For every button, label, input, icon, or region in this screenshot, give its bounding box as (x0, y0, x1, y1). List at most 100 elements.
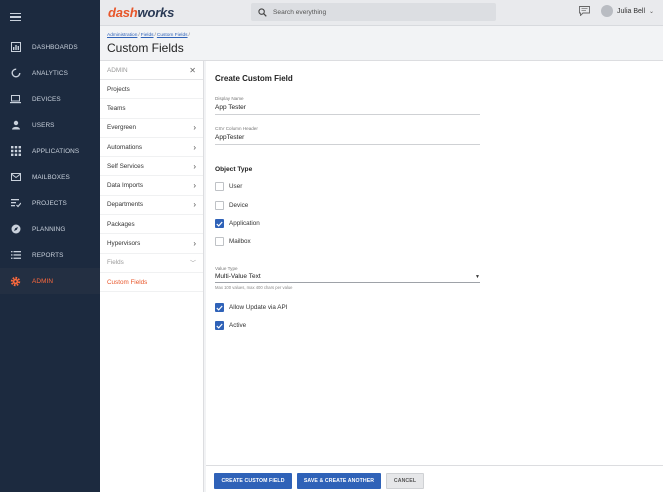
search-input[interactable]: Search everything (251, 3, 496, 21)
chevron-right-icon: › (193, 239, 196, 249)
nav-label: PROJECTS (32, 199, 67, 207)
nav-item-admin[interactable]: ADMIN (0, 268, 100, 294)
display-name-label: Display Name (215, 96, 244, 101)
checkbox-box-checked[interactable] (215, 303, 224, 312)
breadcrumb-administration[interactable]: Administration (107, 33, 137, 38)
submenu-item-automations[interactable]: Automations › (100, 138, 203, 158)
display-name-input[interactable]: App Tester (215, 104, 480, 115)
checkbox-application[interactable]: Application (215, 219, 260, 228)
submenu-title: ADMIN (107, 66, 128, 74)
checkbox-box[interactable] (215, 182, 224, 191)
checkbox-active[interactable]: Active (215, 321, 246, 330)
submenu-item-projects[interactable]: Projects (100, 80, 203, 100)
nav-label: DEVICES (32, 95, 61, 103)
projects-icon (10, 198, 21, 209)
submenu-header: ADMIN ✕ (100, 61, 203, 80)
avatar (601, 5, 613, 17)
checkbox-device[interactable]: Device (215, 201, 248, 210)
page-header: Administration/Fields/Custom Fields/ Cus… (100, 26, 663, 61)
value-type-label: Value Type (215, 266, 238, 271)
chevron-right-icon: › (193, 123, 196, 133)
form-title: Create Custom Field (215, 74, 293, 83)
grid-icon (10, 146, 21, 157)
nav-item-mailboxes[interactable]: MAILBOXES (0, 164, 100, 190)
gear-icon (10, 276, 21, 287)
main-nav: DASHBOARDS ANALYTICS DEVICES USERS APPLI… (0, 0, 100, 492)
form-footer: CREATE CUSTOM FIELD SAVE & CREATE ANOTHE… (206, 465, 663, 492)
nav-top (0, 0, 100, 34)
submenu-item-departments[interactable]: Departments › (100, 196, 203, 216)
submenu-item-teams[interactable]: Teams (100, 99, 203, 119)
chevron-right-icon: › (193, 142, 196, 152)
nav-label: PLANNING (32, 225, 66, 233)
nav-item-projects[interactable]: PROJECTS (0, 190, 100, 216)
nav-item-analytics[interactable]: ANALYTICS (0, 60, 100, 86)
checkmark-icon (216, 305, 223, 311)
user-menu[interactable]: Julia Bell ⌄ (601, 5, 654, 17)
submenu-item-self-services[interactable]: Self Services › (100, 157, 203, 177)
nav-item-planning[interactable]: PLANNING (0, 216, 100, 242)
checkbox-box-checked[interactable] (215, 321, 224, 330)
display-name-field[interactable]: Display Name App Tester (215, 96, 480, 115)
cancel-button[interactable]: CANCEL (386, 473, 424, 489)
value-type-value: Multi-Value Text (215, 273, 261, 280)
csv-header-field[interactable]: CSV Column Header AppTester (215, 126, 480, 145)
submenu-item-hypervisors[interactable]: Hypervisors › (100, 234, 203, 254)
analytics-icon (10, 68, 21, 79)
value-type-dropdown[interactable]: Multi-Value Text ▼ (215, 273, 480, 283)
checkbox-mailbox[interactable]: Mailbox (215, 237, 251, 246)
checkbox-box[interactable] (215, 237, 224, 246)
nav-label: ADMIN (32, 277, 54, 285)
submenu-item-fields[interactable]: Fields ﹀ (100, 254, 203, 273)
nav-item-reports[interactable]: REPORTS (0, 242, 100, 268)
dashboard-icon (10, 42, 21, 53)
chevron-right-icon: › (193, 181, 196, 191)
save-create-another-button[interactable]: SAVE & CREATE ANOTHER (297, 473, 381, 489)
nav-label: APPLICATIONS (32, 147, 80, 155)
submenu-item-evergreen[interactable]: Evergreen › (100, 119, 203, 138)
list-icon (10, 250, 21, 261)
checkbox-box-checked[interactable] (215, 219, 224, 228)
chat-icon[interactable] (579, 6, 590, 18)
nav-item-devices[interactable]: DEVICES (0, 86, 100, 112)
search-placeholder: Search everything (273, 8, 327, 16)
breadcrumb-fields[interactable]: Fields (141, 33, 154, 38)
chevron-down-icon: ﹀ (189, 261, 196, 268)
breadcrumb: Administration/Fields/Custom Fields/ (107, 33, 190, 38)
value-type-hint: Max 100 values, max 400 chars per value (215, 285, 293, 290)
chevron-right-icon: › (193, 200, 196, 210)
csv-header-label: CSV Column Header (215, 126, 258, 131)
create-custom-field-button[interactable]: CREATE CUSTOM FIELD (214, 473, 292, 489)
checkbox-box[interactable] (215, 201, 224, 210)
breadcrumb-custom-fields[interactable]: Custom Fields (157, 33, 188, 38)
hamburger-menu-icon[interactable] (10, 12, 21, 22)
submenu-item-data-imports[interactable]: Data Imports › (100, 176, 203, 196)
logo[interactable]: dashworks (108, 5, 174, 20)
checkbox-allow-update-api[interactable]: Allow Update via API (215, 303, 287, 312)
top-bar: dashworks Search everything Julia Bell ⌄ (100, 0, 663, 26)
csv-header-input[interactable]: AppTester (215, 134, 480, 145)
chevron-down-icon: ⌄ (649, 8, 655, 15)
object-type-heading: Object Type (215, 166, 253, 173)
search-icon (258, 7, 267, 17)
value-type-select[interactable]: Value Type Multi-Value Text ▼ Max 100 va… (215, 266, 480, 290)
chevron-right-icon: › (193, 161, 196, 171)
user-name: Julia Bell (617, 7, 646, 15)
nav-label: USERS (32, 121, 55, 129)
laptop-icon (10, 94, 21, 105)
admin-submenu: ADMIN ✕ Projects Teams Evergreen › Automa… (100, 61, 204, 492)
nav-item-dashboards[interactable]: DASHBOARDS (0, 34, 100, 60)
nav-item-users[interactable]: USERS (0, 112, 100, 138)
close-icon[interactable]: ✕ (189, 66, 196, 75)
checkmark-icon (216, 221, 223, 227)
checkbox-user[interactable]: User (215, 182, 242, 191)
nav-label: ANALYTICS (32, 69, 68, 77)
submenu-item-custom-fields[interactable]: Custom Fields (100, 273, 203, 293)
submenu-item-packages[interactable]: Packages (100, 215, 203, 235)
create-custom-field-form: Create Custom Field Display Name App Tes… (206, 61, 663, 492)
nav-label: REPORTS (32, 251, 64, 259)
user-icon (10, 120, 21, 131)
nav-item-applications[interactable]: APPLICATIONS (0, 138, 100, 164)
compass-icon (10, 224, 21, 235)
nav-label: DASHBOARDS (32, 43, 78, 51)
